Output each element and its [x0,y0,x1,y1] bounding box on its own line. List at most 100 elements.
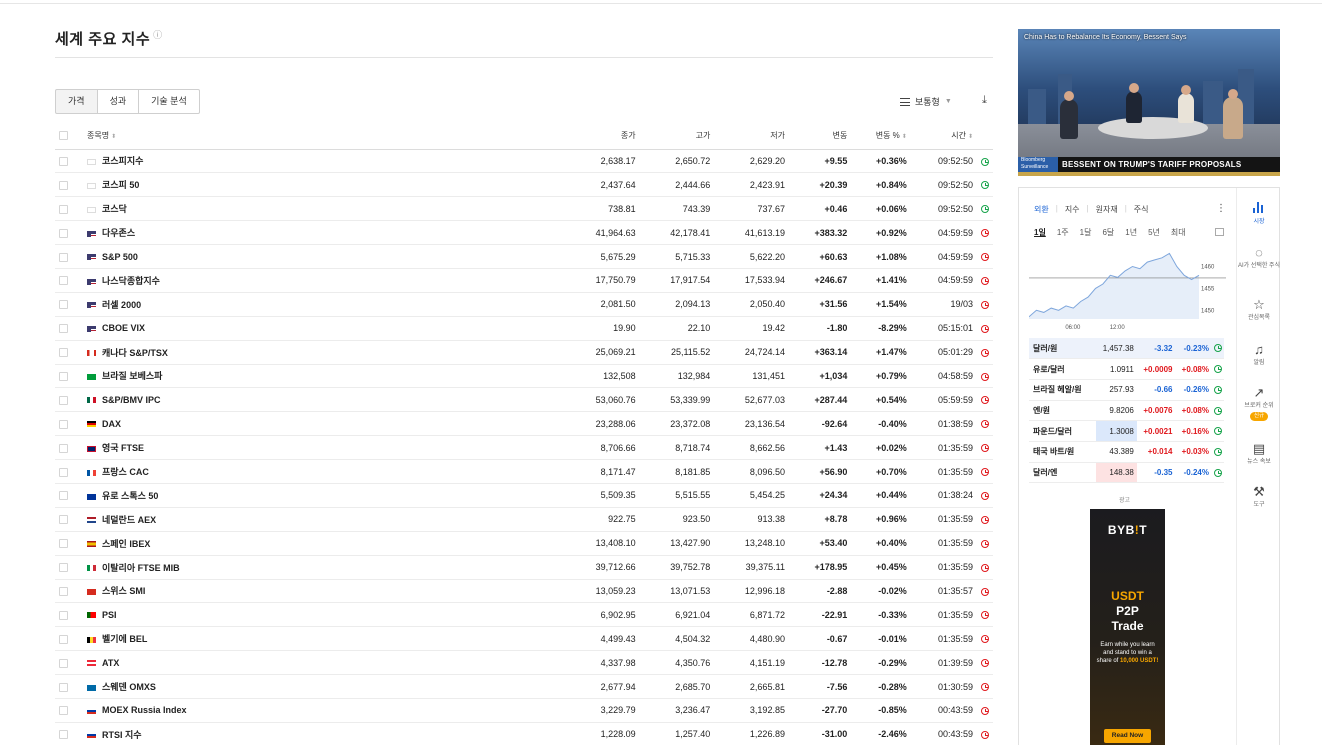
sidebar-item-alerts[interactable]: ♫ 알림 [1237,343,1281,367]
fx-rate-row[interactable]: 파운드/달러 1.3008 +0.0021 +0.16% [1029,420,1224,442]
table-row[interactable]: 벨기에 BEL 4,499.43 4,504.32 4,480.90 -0.67 -0.0… [55,626,993,652]
row-checkbox[interactable] [59,324,68,334]
index-name[interactable]: 영국 FTSE [102,443,144,453]
advertisement-banner[interactable]: BYB!T USDT P2P Trade Earn while you lear… [1090,509,1165,745]
table-row[interactable]: ATX 4,337.98 4,350.76 4,151.19 -12.78 -0.29% 0… [55,650,993,676]
table-row[interactable]: 나스닥종합지수 17,750.79 17,917.54 17,533.94 +246.6… [55,268,993,293]
table-row[interactable]: CBOE VIX 19.90 22.10 19.42 -1.80 -8.29% 05:15:… [55,316,993,341]
fx-pair-name[interactable]: 엔/원 [1029,400,1096,422]
row-checkbox[interactable] [59,443,68,453]
sidebar-item-broker-ranking[interactable]: ↗ 브로커 순위 신규 [1237,386,1281,421]
index-name[interactable]: 유로 스톡스 50 [102,491,158,501]
index-name-cell[interactable]: 네덜란드 AEX [85,507,565,532]
row-checkbox[interactable] [59,300,68,310]
header-close[interactable]: 종가 [565,123,640,150]
tab-stocks[interactable]: 주식 [1134,204,1149,215]
select-all-checkbox[interactable] [59,131,68,141]
index-name[interactable]: ATX [102,658,119,668]
sidebar-item-breaking-news[interactable]: ▤ 뉴스 속보 [1237,442,1281,466]
table-row[interactable]: PSI 6,902.95 6,921.04 6,871.72 -22.91 -0.33% 0… [55,602,993,628]
row-checkbox[interactable] [59,491,68,501]
index-name-cell[interactable]: 스위스 SMI [85,579,565,604]
row-checkbox[interactable] [59,610,68,620]
period-1y[interactable]: 1년 [1125,227,1137,238]
index-name-cell[interactable]: RTSI 지수 [85,722,565,745]
table-row[interactable]: 코스피 50 2,437.64 2,444.66 2,423.91 +20.39 +0.8… [55,172,993,198]
table-row[interactable]: 스웨덴 OMXS 2,677.94 2,685.70 2,665.81 -7.56 -0.… [55,674,993,699]
row-checkbox[interactable] [59,180,68,190]
index-name[interactable]: S&P/BMV IPC [102,395,161,405]
fx-pair-name[interactable]: 달러/원 [1029,338,1096,360]
fx-pair-name[interactable]: 브라질 헤알/원 [1029,379,1096,401]
info-icon[interactable]: ⓘ [153,30,163,40]
header-high[interactable]: 고가 [639,123,715,150]
fx-mini-chart[interactable]: 1450 1455 1460 06:00 12:00 [1029,245,1226,335]
row-checkbox[interactable] [59,515,68,525]
index-name[interactable]: 프랑스 CAC [102,467,149,477]
download-icon[interactable]: ⤓ [982,94,987,107]
period-1m[interactable]: 1달 [1080,227,1092,238]
index-name-cell[interactable]: S&P 500 [85,244,565,269]
row-checkbox[interactable] [59,348,68,358]
index-name[interactable]: 스위스 SMI [102,586,145,596]
table-row[interactable]: DAX 23,288.06 23,372.08 23,136.54 -92.64 -0.4… [55,411,993,437]
sidebar-item-ai-picks[interactable]: ◌ AI가 선택한 주식 [1237,246,1281,270]
period-1w[interactable]: 1주 [1057,227,1069,238]
video-player[interactable]: China Has to Rebalance Its Economy, Bess… [1018,29,1280,176]
row-checkbox[interactable] [59,658,68,668]
index-name-cell[interactable]: 코스닥 [85,196,565,222]
row-checkbox[interactable] [59,372,68,382]
fx-pair-name[interactable]: 태국 바트/원 [1029,441,1096,463]
expand-chart-icon[interactable] [1215,228,1224,236]
index-name[interactable]: S&P 500 [102,252,138,262]
index-name[interactable]: CBOE VIX [102,323,145,333]
row-checkbox[interactable] [59,539,68,549]
period-5y[interactable]: 5년 [1148,227,1160,238]
tab-fx[interactable]: 외환 [1034,204,1049,215]
table-row[interactable]: 브라질 보베스파 132,508 132,984 131,451 +1,034 +0.79… [55,364,993,389]
table-row[interactable]: 유로 스톡스 50 5,509.35 5,515.55 5,454.25 +24.34 +… [55,483,993,508]
fx-pair-name[interactable]: 유로/달러 [1029,358,1096,380]
row-checkbox[interactable] [59,228,68,238]
index-name-cell[interactable]: 벨기에 BEL [85,626,565,652]
index-name-cell[interactable]: 유로 스톡스 50 [85,483,565,508]
fx-pair-name[interactable]: 파운드/달러 [1029,420,1096,442]
ad-cta-button[interactable]: Read Now [1104,729,1151,743]
tab-technical[interactable]: 기술 분석 [138,89,200,114]
fx-pair-name[interactable]: 달러/엔 [1029,462,1096,484]
index-name-cell[interactable]: CBOE VIX [85,316,565,341]
fx-rate-row[interactable]: 유로/달러 1.0911 +0.0009 +0.08% [1029,358,1224,380]
index-name[interactable]: 스웨덴 OMXS [102,682,156,692]
index-name-cell[interactable]: 브라질 보베스파 [85,364,565,389]
index-name-cell[interactable]: 나스닥종합지수 [85,268,565,293]
index-name-cell[interactable]: 다우존스 [85,220,565,246]
index-name[interactable]: 네덜란드 AEX [102,515,156,525]
row-checkbox[interactable] [59,252,68,262]
table-row[interactable]: RTSI 지수 1,228.09 1,257.40 1,226.89 -31.00 -2.… [55,722,993,745]
row-checkbox[interactable] [59,157,68,166]
row-checkbox[interactable] [59,587,68,597]
header-change-pct[interactable]: 변동 % ⬍ [851,123,911,150]
header-name[interactable]: 종목명 ⬍ [85,123,565,150]
fx-rate-row[interactable]: 태국 바트/원 43.389 +0.014 +0.03% [1029,441,1224,463]
fx-rate-row[interactable]: 달러/엔 148.38 -0.35 -0.24% [1029,462,1224,484]
fx-rate-row[interactable]: 달러/원 1,457.38 -3.32 -0.23% [1029,338,1224,360]
tab-performance[interactable]: 성과 [96,89,140,114]
period-6m[interactable]: 6달 [1102,227,1114,238]
table-row[interactable]: 코스닥 738.81 743.39 737.67 +0.46 +0.06% 09:52:50 [55,196,993,222]
index-name-cell[interactable]: 영국 FTSE [85,435,565,461]
fx-rate-row[interactable]: 브라질 헤알/원 257.93 -0.66 -0.26% [1029,379,1224,401]
header-low[interactable]: 저가 [714,123,789,150]
table-row[interactable]: S&P 500 5,675.29 5,715.33 5,622.20 +60.63 +1.… [55,244,993,269]
more-menu-icon[interactable]: ⋮ [1216,203,1226,214]
header-change[interactable]: 변동 [788,123,852,150]
table-row[interactable]: MOEX Russia Index 3,229.79 3,236.47 3,192.8… [55,698,993,723]
table-row[interactable]: 이탈리아 FTSE MIB 39,712.66 39,752.78 39,375.11… [55,555,993,580]
sidebar-item-market[interactable]: 시장 [1237,202,1281,226]
index-name-cell[interactable]: 스페인 IBEX [85,531,565,556]
sidebar-item-watchlist[interactable]: ☆ 관심목록 [1237,298,1281,322]
index-name[interactable]: 코스피지수 [102,156,143,166]
row-checkbox[interactable] [59,730,68,740]
index-name-cell[interactable]: 스웨덴 OMXS [85,674,565,699]
row-checkbox[interactable] [59,634,68,644]
